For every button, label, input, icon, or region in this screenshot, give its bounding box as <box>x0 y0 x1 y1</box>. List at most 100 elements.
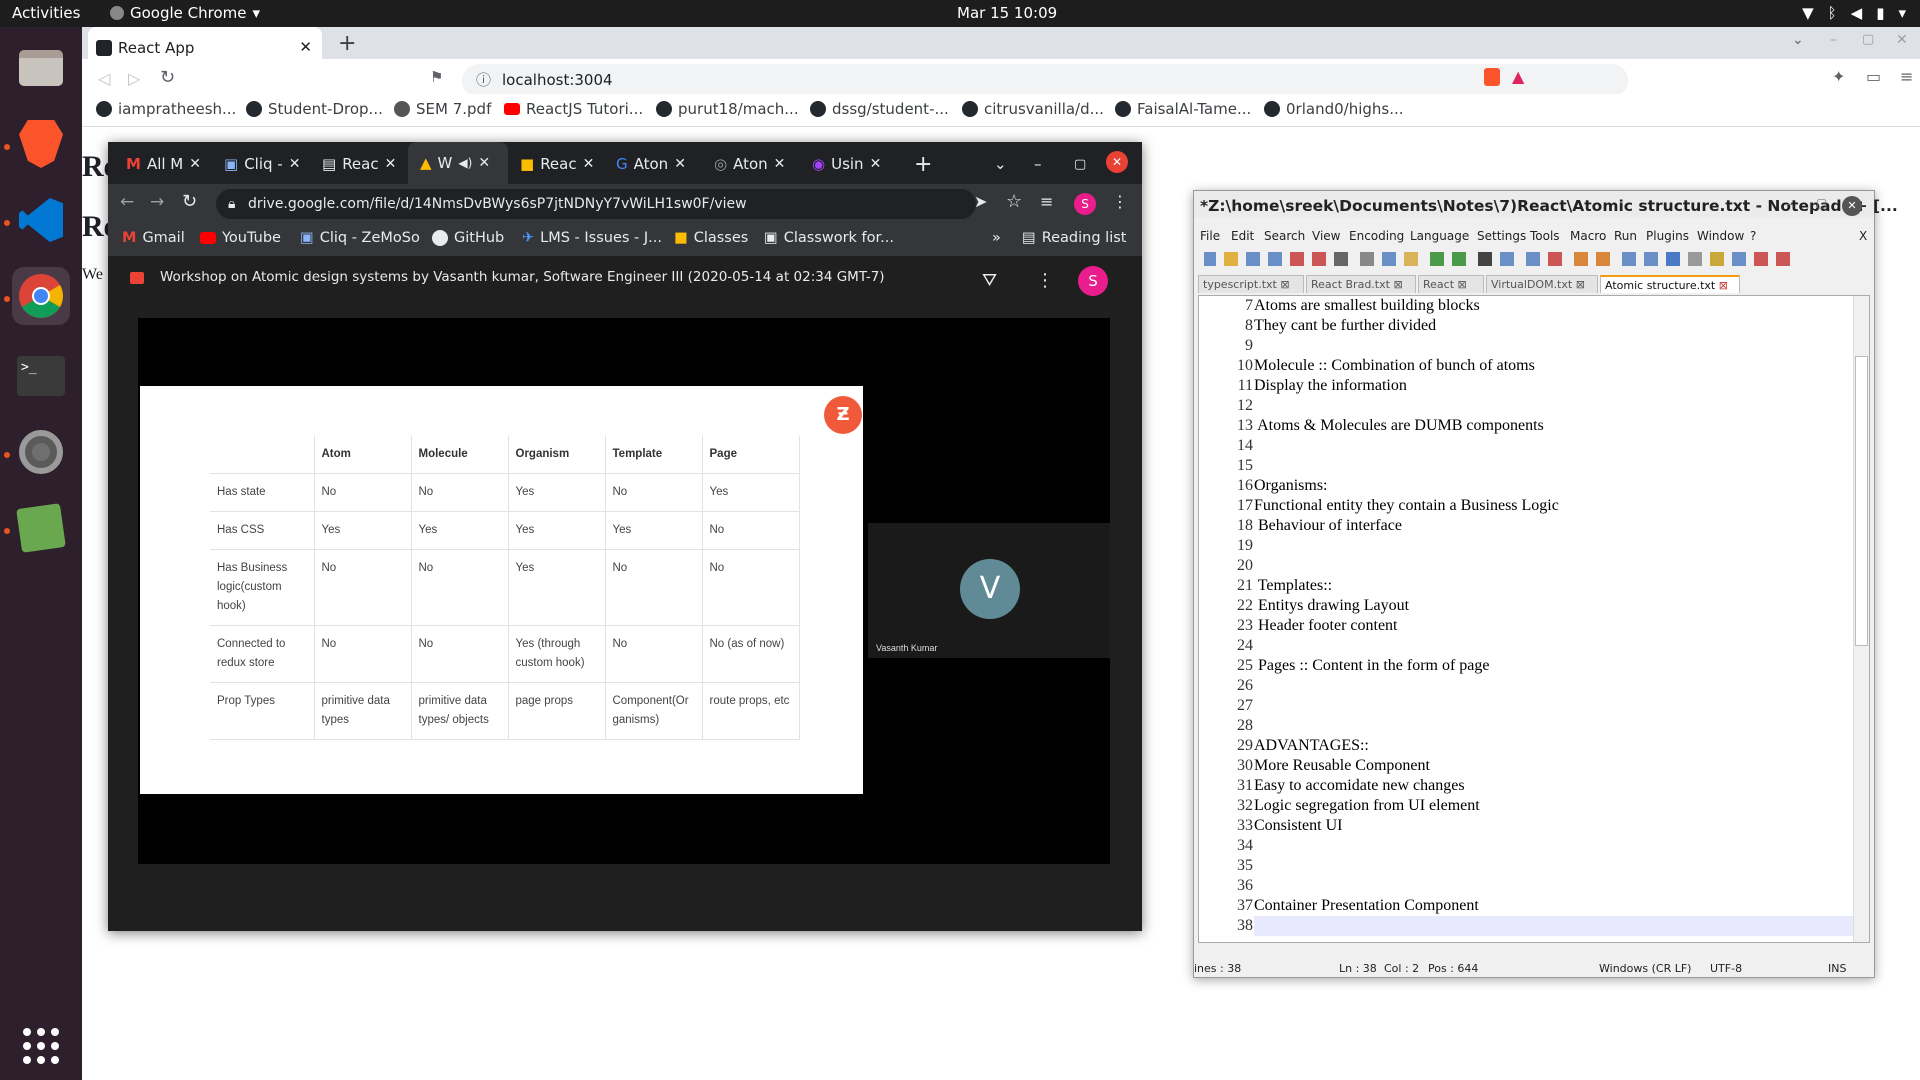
editor-line[interactable]: Header footer content <box>1254 616 1854 636</box>
editor-line[interactable]: Atoms & Molecules are DUMB components <box>1254 416 1854 436</box>
minimize-icon[interactable]: – <box>1034 151 1042 177</box>
doc-tab[interactable]: React ⊠ <box>1418 275 1484 293</box>
forward-icon[interactable]: ▷ <box>128 69 140 88</box>
extensions-icon[interactable]: ✦ <box>1832 67 1845 86</box>
apps-grid-icon[interactable] <box>12 1017 70 1075</box>
menu-search[interactable]: Search <box>1264 229 1305 243</box>
editor-line[interactable] <box>1254 436 1854 456</box>
maximize-icon[interactable]: ▢ <box>1074 151 1086 177</box>
maximize-icon[interactable]: ▢ <box>1862 32 1874 47</box>
menu-language[interactable]: Language <box>1410 229 1469 243</box>
doc-tab[interactable]: VirtualDOM.txt ⊠ <box>1486 275 1598 293</box>
menu-plugins[interactable]: Plugins <box>1646 229 1689 243</box>
files-icon[interactable] <box>12 39 70 97</box>
tab-search-icon[interactable]: ⌄ <box>994 151 1007 177</box>
brave-shield-icon[interactable] <box>1484 68 1500 86</box>
editor-line[interactable] <box>1254 676 1854 696</box>
editor-line[interactable] <box>1254 856 1854 876</box>
new-tab-icon[interactable]: + <box>914 151 932 177</box>
new-tab-icon[interactable]: + <box>338 31 356 56</box>
tab-atomic-2[interactable]: ◎ Aton ✕ <box>714 151 785 177</box>
editor-line[interactable]: Molecule :: Combination of bunch of atom… <box>1254 356 1854 376</box>
close-window-icon[interactable]: ✕ <box>1106 151 1128 173</box>
editor-text[interactable]: Atoms are smallest building blocks They c… <box>1254 296 1854 936</box>
doc-tab[interactable]: React Brad.txt ⊠ <box>1306 275 1416 293</box>
brave-rewards-icon[interactable]: ▲ <box>1512 67 1524 86</box>
menu-encoding[interactable]: Encoding <box>1349 229 1404 243</box>
video-player[interactable]: Ƶ Atom Molecule Organism Template Page H… <box>138 318 1110 864</box>
media-control-icon[interactable]: ≡ <box>1040 192 1053 211</box>
rhythmbox-icon[interactable] <box>12 499 70 557</box>
reload-icon[interactable]: ↻ <box>160 67 175 88</box>
bookmark-item[interactable]: dssg/student-... <box>810 100 949 118</box>
editor-line[interactable] <box>1254 836 1854 856</box>
toolbar-icons[interactable] <box>1194 247 1874 271</box>
editor-line[interactable] <box>1254 396 1854 416</box>
bookmark-item[interactable]: YouTube <box>200 230 281 246</box>
menu-edit[interactable]: Edit <box>1231 229 1254 243</box>
bookmark-item[interactable]: 0rland0/highs... <box>1264 100 1404 118</box>
close-tab-icon[interactable]: ✕ <box>583 156 595 172</box>
bookmark-item[interactable]: ✈ LMS - Issues - J... <box>522 230 662 246</box>
bookmark-item[interactable]: ▣ Cliq - ZeMoSo <box>300 230 420 246</box>
bookmark-item[interactable]: SEM 7.pdf <box>394 100 491 118</box>
bookmark-item[interactable]: ▣ Classwork for... <box>764 230 894 246</box>
tab-drive-active[interactable]: ▲ W ◀) ✕ <box>408 142 508 184</box>
close-window-icon[interactable]: ✕ <box>1896 32 1908 48</box>
close-tab-icon[interactable]: ⊠ <box>1458 278 1467 291</box>
wallet-icon[interactable]: ▭ <box>1866 67 1881 86</box>
close-tab-icon[interactable]: ✕ <box>385 156 397 172</box>
minimize-icon[interactable]: – <box>1830 32 1837 48</box>
profile-avatar[interactable]: S <box>1074 193 1096 215</box>
menu-file[interactable]: File <box>1200 229 1220 243</box>
close-tab-icon[interactable]: ⊠ <box>1393 278 1402 291</box>
vscode-icon[interactable] <box>12 191 70 249</box>
menu-settings[interactable]: Settings <box>1477 229 1526 243</box>
reading-list-button[interactable]: ▤ Reading list <box>1022 230 1126 246</box>
editor-line[interactable] <box>1254 536 1854 556</box>
kebab-menu-icon[interactable]: ⋮ <box>1112 192 1128 211</box>
bookmark-item[interactable]: Student-Drop... <box>246 100 383 118</box>
close-tab-icon[interactable]: ⊠ <box>1280 278 1289 291</box>
back-icon[interactable]: ◁ <box>98 69 110 88</box>
editor-line[interactable] <box>1254 716 1854 736</box>
tab-atomic-1[interactable]: G Aton ✕ <box>616 151 686 177</box>
editor-line[interactable]: Entitys drawing Layout <box>1254 596 1854 616</box>
tab-gmail[interactable]: M All M ✕ <box>126 151 201 177</box>
close-tab-icon[interactable]: ✕ <box>774 156 786 172</box>
editor-line[interactable] <box>1254 636 1854 656</box>
editor-line[interactable]: They cant be further divided <box>1254 316 1854 336</box>
system-tray[interactable]: ▼ ᛒ ◀ ▮ ▾ <box>1802 4 1906 22</box>
activities-button[interactable]: Activities <box>12 4 80 22</box>
clock[interactable]: Mar 15 10:09 <box>957 4 1057 22</box>
reload-icon[interactable]: ↻ <box>182 191 197 212</box>
terminal-icon[interactable]: >_ <box>12 347 70 405</box>
menu-icon[interactable]: ≡ <box>1900 67 1913 86</box>
editor-line[interactable] <box>1254 336 1854 356</box>
doc-tab-active[interactable]: Atomic structure.txt ⊠ <box>1600 275 1740 293</box>
menu-help[interactable]: ? <box>1750 229 1756 243</box>
bookmark-item[interactable]: purut18/mach... <box>656 100 799 118</box>
editor-line[interactable]: More Reusable Component <box>1254 756 1854 776</box>
back-icon[interactable]: ← <box>120 192 134 212</box>
more-bookmarks-button[interactable]: » <box>992 230 1001 246</box>
editor-line[interactable]: Pages :: Content in the form of page <box>1254 656 1854 676</box>
close-tab-icon[interactable]: ⊠ <box>1576 278 1585 291</box>
forward-icon[interactable]: → <box>150 192 164 212</box>
menu-view[interactable]: View <box>1312 229 1340 243</box>
bookmark-item[interactable]: citrusvanilla/d... <box>962 100 1104 118</box>
editor-line[interactable]: Organisms: <box>1254 476 1854 496</box>
close-document-button[interactable]: X <box>1859 229 1867 243</box>
bookmark-item[interactable]: M Gmail <box>122 230 185 246</box>
scrollbar-thumb[interactable] <box>1855 356 1868 646</box>
editor-line[interactable]: Logic segregation from UI element <box>1254 796 1854 816</box>
doc-tab[interactable]: typescript.txt ⊠ <box>1198 275 1304 293</box>
maximize-icon[interactable]: ▢ <box>1816 196 1827 210</box>
editor-line[interactable] <box>1254 556 1854 576</box>
close-tab-icon[interactable]: ✕ <box>299 38 312 56</box>
editor-line[interactable] <box>1254 876 1854 896</box>
close-tab-icon[interactable]: ✕ <box>674 156 686 172</box>
minimize-icon[interactable]: – <box>1786 197 1793 212</box>
editor-line[interactable]: Behaviour of interface <box>1254 516 1854 536</box>
editor-line[interactable]: ADVANTAGES:: <box>1254 736 1854 756</box>
